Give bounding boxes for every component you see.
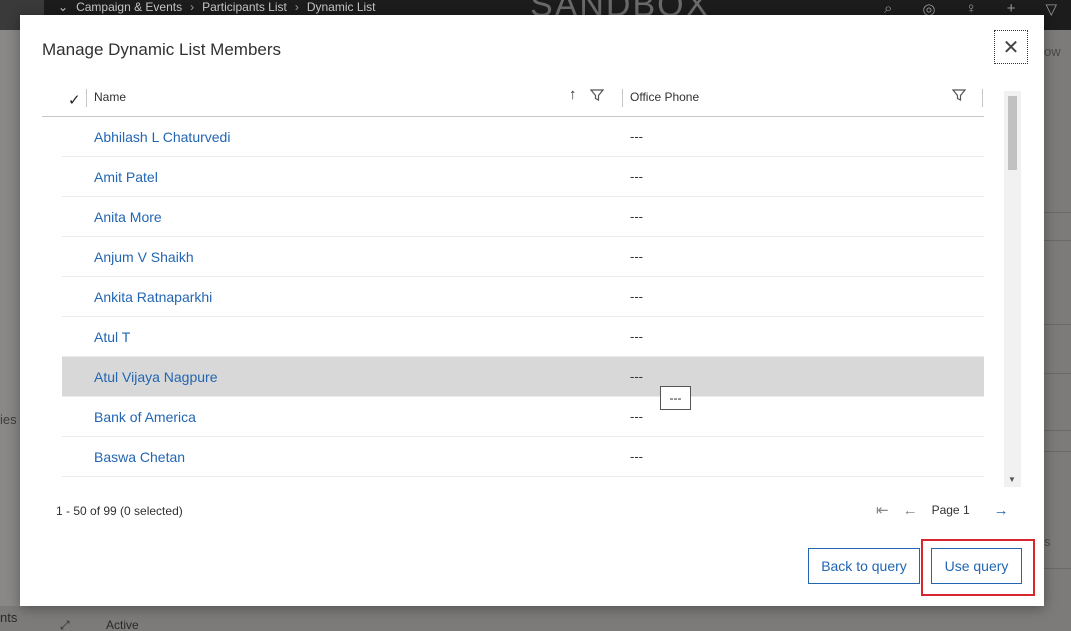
row-name-link[interactable]: Bank of America <box>94 409 196 425</box>
background-status-bar: nts ⤢ Active <box>0 606 1071 631</box>
column-header-name[interactable]: Name <box>94 90 126 104</box>
row-office-phone: --- <box>630 409 643 424</box>
back-to-query-button[interactable]: Back to query <box>808 548 920 584</box>
column-separator <box>86 89 87 107</box>
row-name-link[interactable]: Amit Patel <box>94 169 158 185</box>
dialog-title: Manage Dynamic List Members <box>42 40 282 59</box>
table-row[interactable]: Atul T --- <box>62 317 984 357</box>
table-row[interactable]: Baswa Chetan --- <box>62 437 984 477</box>
divider <box>1044 430 1071 431</box>
row-name-link[interactable]: Abhilash L Chaturvedi <box>94 129 230 145</box>
background-bottom-label: nts <box>0 610 18 625</box>
breadcrumb-item-dynamic-list[interactable]: Dynamic List <box>307 0 376 14</box>
table-row[interactable]: Amit Patel --- <box>62 157 984 197</box>
breadcrumb: ⌄ Campaign & Events › Participants List … <box>58 0 376 14</box>
breadcrumb-item-campaign[interactable]: Campaign & Events <box>76 0 182 14</box>
use-query-button[interactable]: Use query <box>931 548 1022 584</box>
table-row-hovered[interactable]: Atul Vijaya Nagpure --- <box>62 357 984 397</box>
filter-icon[interactable] <box>590 88 604 102</box>
background-right-panel: ow s <box>1044 30 1071 630</box>
scroll-down-arrow-icon[interactable]: ▼ <box>1008 475 1016 484</box>
task-check-icon[interactable]: ◎ <box>922 0 935 18</box>
row-name-link[interactable]: Atul Vijaya Nagpure <box>94 369 217 385</box>
scrollbar-thumb[interactable] <box>1008 96 1017 170</box>
lightbulb-icon[interactable]: ♀ <box>965 0 976 17</box>
first-page-icon[interactable]: ⇤ <box>876 501 889 519</box>
divider <box>1044 451 1071 452</box>
divider <box>1044 373 1071 374</box>
previous-page-icon[interactable]: ← <box>903 502 918 519</box>
pagination: ⇤ ← Page 1 → <box>876 500 1009 520</box>
breadcrumb-separator-icon: › <box>190 0 195 14</box>
select-all-checkbox[interactable]: ✓ <box>68 91 81 109</box>
record-status: Active <box>106 618 139 631</box>
top-bar-icons: ⌕ ◎ ♀ + ▽ <box>884 0 1057 18</box>
divider <box>1044 568 1071 569</box>
divider <box>1044 324 1071 325</box>
filter-icon[interactable] <box>952 88 966 102</box>
record-count-status: 1 - 50 of 99 (0 selected) <box>56 504 183 518</box>
breadcrumb-item-participants[interactable]: Participants List <box>202 0 287 14</box>
row-name-link[interactable]: Ankita Ratnaparkhi <box>94 289 212 305</box>
divider <box>1044 240 1071 241</box>
expand-icon[interactable]: ⤢ <box>60 618 70 631</box>
table-row[interactable]: Ankita Ratnaparkhi --- <box>62 277 984 317</box>
grid-scrollbar[interactable]: ▼ <box>1004 91 1021 487</box>
background-right-label: ow <box>1044 44 1061 59</box>
cell-tooltip: --- <box>660 386 691 410</box>
column-separator <box>622 89 623 107</box>
grid-header: ✓ Name ↑ Office Phone <box>42 85 984 117</box>
row-office-phone: --- <box>630 369 643 384</box>
close-icon: ✕ <box>1002 36 1020 59</box>
breadcrumb-separator-icon: › <box>294 0 299 14</box>
close-button[interactable]: ✕ <box>994 30 1028 64</box>
sort-ascending-icon[interactable]: ↑ <box>569 86 577 103</box>
row-office-phone: --- <box>630 169 643 184</box>
divider <box>1044 212 1071 213</box>
background-right-label-2: s <box>1044 534 1051 549</box>
row-name-link[interactable]: Anjum V Shaikh <box>94 249 194 265</box>
row-office-phone: --- <box>630 249 643 264</box>
row-name-link[interactable]: Anita More <box>94 209 162 225</box>
search-icon[interactable]: ⌕ <box>884 0 892 17</box>
column-separator <box>982 89 983 107</box>
row-office-phone: --- <box>630 129 643 144</box>
row-name-link[interactable]: Baswa Chetan <box>94 449 185 465</box>
row-office-phone: --- <box>630 209 643 224</box>
plus-icon[interactable]: + <box>1007 0 1016 17</box>
table-row[interactable]: Anjum V Shaikh --- <box>62 237 984 277</box>
row-office-phone: --- <box>630 329 643 344</box>
next-page-icon[interactable]: → <box>994 502 1009 519</box>
grid-body: Abhilash L Chaturvedi --- Amit Patel ---… <box>42 117 984 477</box>
chevron-down-icon[interactable]: ⌄ <box>58 0 68 14</box>
manage-dynamic-list-dialog: Manage Dynamic List Members ✕ ✓ Name ↑ O… <box>20 15 1044 606</box>
background-left-label: ies <box>0 412 17 427</box>
row-office-phone: --- <box>630 289 643 304</box>
row-office-phone: --- <box>630 449 643 464</box>
column-header-office-phone[interactable]: Office Phone <box>630 90 699 104</box>
filter-icon[interactable]: ▽ <box>1045 0 1057 18</box>
table-row[interactable]: Abhilash L Chaturvedi --- <box>62 117 984 157</box>
row-name-link[interactable]: Atul T <box>94 329 130 345</box>
table-row[interactable]: Bank of America --- <box>62 397 984 437</box>
table-row[interactable]: Anita More --- <box>62 197 984 237</box>
page-number: Page 1 <box>931 503 970 517</box>
